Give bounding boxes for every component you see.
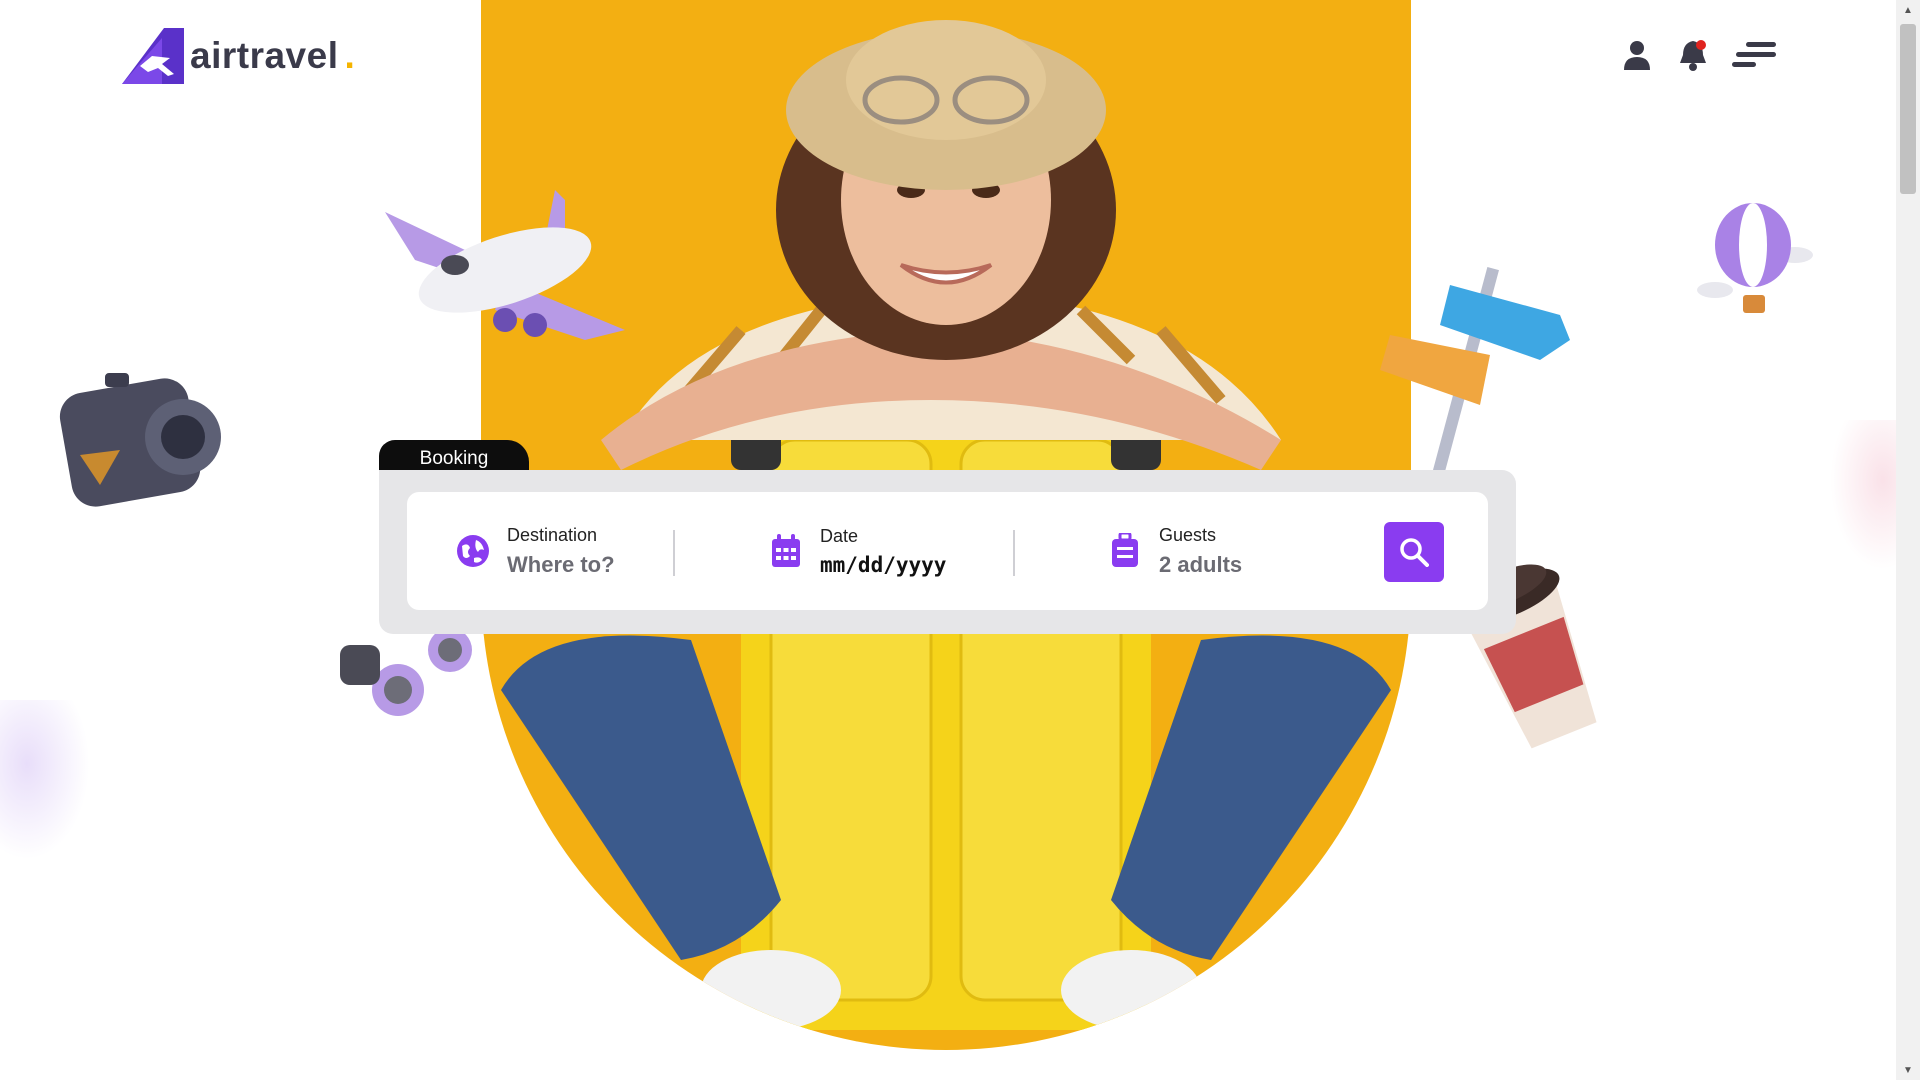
date-field[interactable]: Date mm/dd/yyyy (768, 512, 946, 590)
field-divider (1013, 530, 1015, 576)
binoculars-illustration (340, 628, 472, 716)
brand-logo[interactable]: airtravel . (122, 28, 355, 84)
search-icon (1400, 538, 1429, 567)
airplane-illustration (385, 190, 625, 340)
brand-name: airtravel (190, 35, 339, 76)
date-label: Date (820, 525, 859, 546)
calendar-icon (768, 533, 804, 569)
scroll-down-arrow[interactable]: ▼ (1896, 1060, 1920, 1080)
signpost-illustration (1380, 267, 1570, 473)
user-icon[interactable] (1620, 38, 1654, 72)
search-button[interactable] (1384, 522, 1444, 582)
scrollbar-thumb[interactable] (1900, 24, 1916, 194)
header-actions (1620, 38, 1776, 72)
faded-decoration-left (0, 700, 90, 860)
page: airtravel . Booking Destination Where to… (0, 0, 1896, 1080)
destination-field[interactable]: Destination Where to? (455, 512, 615, 590)
faded-decoration-right (1830, 420, 1896, 570)
destination-input[interactable]: Where to? (507, 552, 615, 578)
guests-field[interactable]: Guests 2 adults (1107, 512, 1242, 590)
guests-label: Guests (1159, 524, 1217, 545)
brand-dot: . (344, 35, 355, 76)
menu-icon[interactable] (1732, 38, 1776, 72)
plane-logo-icon (122, 28, 184, 84)
hot-air-balloon-illustration (1697, 203, 1813, 313)
date-input[interactable]: mm/dd/yyyy (820, 553, 946, 577)
destination-label: Destination (507, 524, 598, 545)
guests-input[interactable]: 2 adults (1159, 552, 1242, 578)
luggage-icon (1107, 533, 1143, 569)
bell-icon[interactable] (1676, 38, 1710, 72)
globe-icon (455, 533, 491, 569)
booking-form: Destination Where to? Date mm/dd/yyyy Gu… (407, 492, 1488, 610)
camera-illustration (59, 373, 221, 507)
page-scrollbar[interactable]: ▲ ▼ (1896, 0, 1920, 1080)
scroll-up-arrow[interactable]: ▲ (1896, 0, 1920, 20)
tab-booking-label: Booking (419, 448, 489, 469)
field-divider (673, 530, 675, 576)
